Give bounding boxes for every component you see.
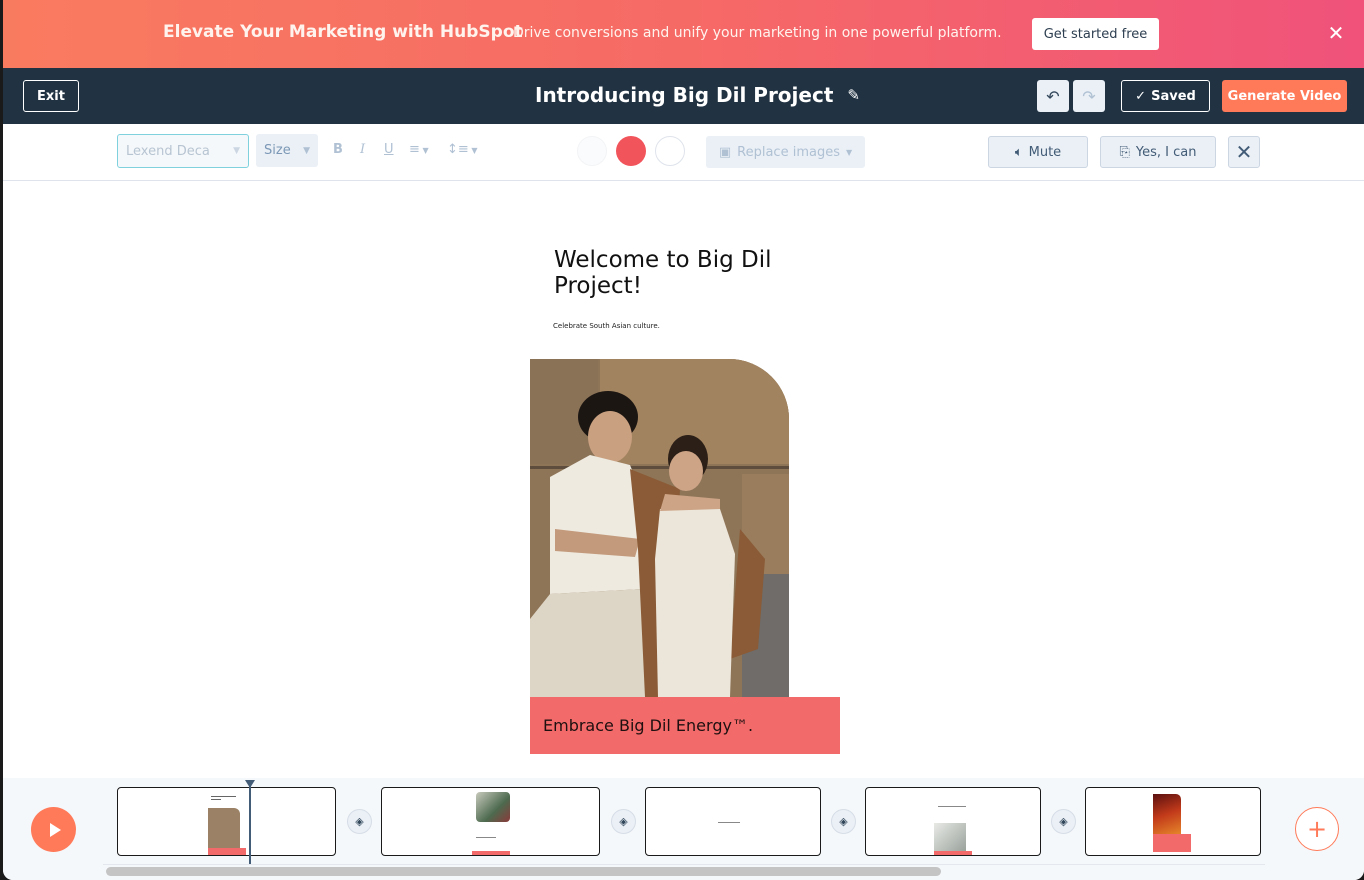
line-spacing-dropdown[interactable]: ↕≡ ▼: [447, 142, 478, 157]
font-family-value: Lexend Deca: [126, 143, 210, 159]
couple-photo-illustration: [530, 359, 789, 697]
chevron-down-icon: ▼: [303, 145, 310, 156]
thumb-photo: [208, 808, 240, 848]
mute-label: Mute: [1028, 144, 1062, 160]
line-spacing-icon: ↕≡: [447, 142, 469, 157]
scene-thumbnail-4[interactable]: [865, 787, 1041, 856]
plus-icon[interactable]: +: [1295, 807, 1339, 851]
banner-subtitle: Drive conversions and unify your marketi…: [513, 25, 1002, 41]
thumb-heading: [211, 796, 236, 797]
italic-button[interactable]: I: [360, 142, 365, 157]
slide-canvas: Welcome to Big Dil Project! Celebrate So…: [3, 181, 1364, 778]
timeline-track: [103, 864, 1265, 865]
promo-banner: Elevate Your Marketing with HubSpot Driv…: [3, 0, 1364, 68]
bold-button[interactable]: B: [333, 142, 343, 157]
scene-thumbnail-2[interactable]: [381, 787, 600, 856]
slide-heading[interactable]: Welcome to Big Dil Project!: [554, 247, 814, 299]
chevron-down-icon: ▼: [233, 146, 240, 156]
slide-subheading[interactable]: Celebrate South Asian culture.: [553, 322, 660, 330]
thumb-text: [476, 837, 496, 838]
app-frame: Elevate Your Marketing with HubSpot Driv…: [3, 0, 1364, 880]
redo-icon: ↷: [1082, 86, 1096, 106]
layers-icon[interactable]: ◈: [611, 809, 636, 834]
saved-button[interactable]: ✓ Saved: [1121, 80, 1210, 112]
thumb-heading: [211, 799, 221, 800]
font-family-select[interactable]: Lexend Deca ▼: [117, 134, 249, 168]
image-icon: ▣: [718, 144, 732, 160]
check-icon: ✓: [1135, 88, 1147, 104]
thumb-text: [938, 806, 966, 807]
color-swatch-red[interactable]: [616, 136, 646, 166]
speaker-icon: 🔈︎: [1014, 144, 1023, 160]
thumb-photo: [476, 792, 510, 822]
banner-title: Elevate Your Marketing with HubSpot: [163, 22, 523, 42]
caption-box[interactable]: Embrace Big Dil Energy™.: [530, 697, 840, 754]
saved-label: Saved: [1151, 88, 1196, 104]
color-swatch-light[interactable]: [577, 136, 607, 166]
playhead[interactable]: [245, 780, 255, 864]
generate-video-button[interactable]: Generate Video: [1222, 80, 1347, 112]
play-icon[interactable]: [31, 807, 76, 852]
thumb-caption: [208, 848, 246, 855]
close-toolbar-button[interactable]: ✕: [1228, 136, 1260, 168]
undo-button[interactable]: ↶: [1037, 80, 1069, 112]
undo-icon: ↶: [1046, 86, 1060, 106]
pencil-icon[interactable]: ✎: [847, 86, 860, 104]
voice-label: Yes, I can: [1135, 144, 1197, 160]
mute-button[interactable]: 🔈︎ Mute: [988, 136, 1088, 168]
thumb-photo: [1153, 794, 1181, 834]
color-swatch-white[interactable]: [655, 136, 685, 166]
align-left-icon: ≡: [409, 142, 420, 157]
scene-thumbnail-3[interactable]: [645, 787, 821, 856]
page-title: Introducing Big Dil Project: [535, 83, 834, 107]
close-icon[interactable]: ✕: [1325, 22, 1347, 44]
scene-thumbnail-5[interactable]: [1085, 787, 1261, 856]
replace-images-label: Replace images: [737, 144, 840, 160]
font-size-select[interactable]: Size ▼: [256, 134, 318, 167]
chevron-down-icon: ▼: [845, 147, 853, 157]
get-started-button[interactable]: Get started free: [1032, 18, 1159, 50]
layers-icon[interactable]: ◈: [1051, 809, 1076, 834]
thumb-text: [718, 822, 740, 823]
close-icon: ✕: [1235, 140, 1253, 164]
layers-icon[interactable]: ◈: [831, 809, 856, 834]
editor-header: Exit Introducing Big Dil Project ✎ ↶ ↷ ✓…: [3, 68, 1364, 124]
underline-button[interactable]: U: [384, 142, 394, 157]
voice-button[interactable]: ⎘ Yes, I can: [1100, 136, 1216, 168]
replace-images-button[interactable]: ▣ Replace images ▼: [706, 136, 865, 168]
thumb-caption: [472, 851, 510, 855]
slide-photo[interactable]: [530, 359, 789, 697]
voice-icon: ⎘: [1119, 144, 1130, 160]
thumb-caption: [1153, 834, 1191, 852]
scene-timeline: ◈ ◈ ◈ ◈ +: [3, 778, 1364, 880]
thumb-photo: [934, 823, 966, 851]
font-size-label: Size: [264, 143, 291, 158]
layers-icon[interactable]: ◈: [347, 809, 372, 834]
exit-button[interactable]: Exit: [23, 80, 79, 112]
scene-thumbnail-1[interactable]: [117, 787, 336, 856]
title-area: Introducing Big Dil Project ✎: [535, 83, 860, 107]
format-toolbar: Lexend Deca ▼ Size ▼ B I U ≡ ▼ ↕≡ ▼ ▣ Re…: [3, 124, 1364, 181]
redo-button[interactable]: ↷: [1073, 80, 1105, 112]
timeline-scrollbar[interactable]: [106, 867, 941, 876]
align-dropdown[interactable]: ≡ ▼: [409, 142, 429, 157]
caption-text: Embrace Big Dil Energy™.: [543, 716, 754, 735]
thumb-caption: [934, 851, 972, 855]
